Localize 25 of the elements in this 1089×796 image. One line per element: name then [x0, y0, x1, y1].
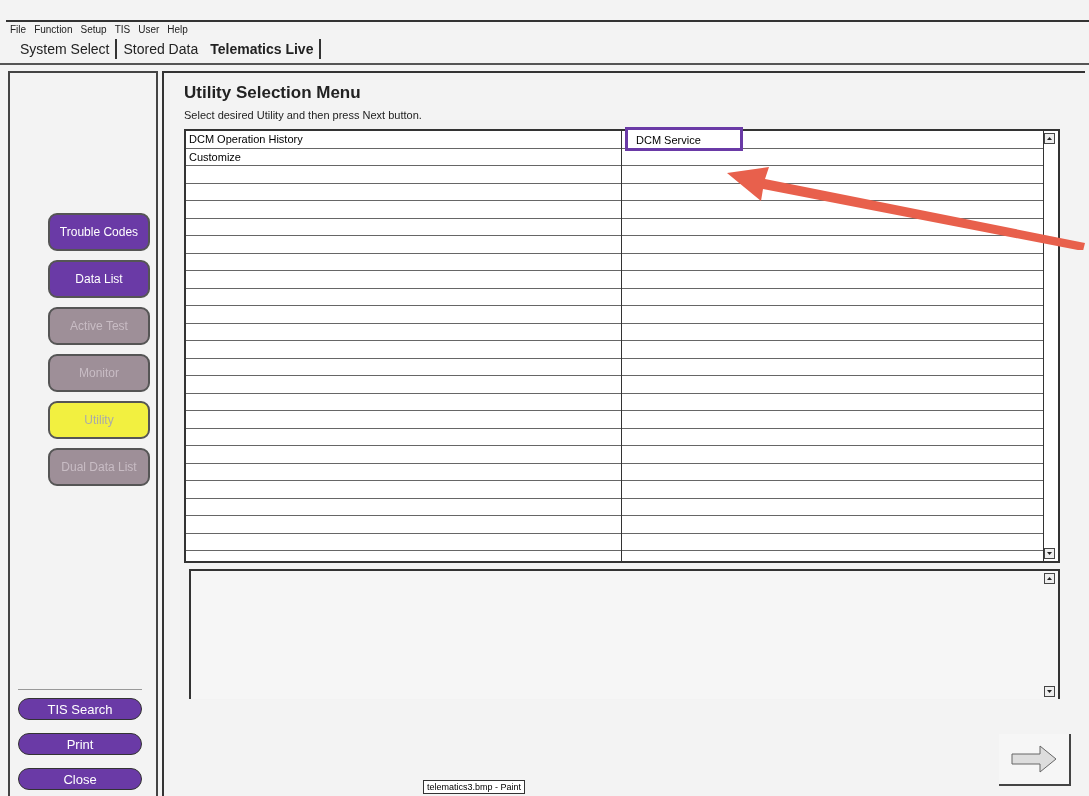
menu-item[interactable]: Setup	[80, 24, 107, 35]
function-button[interactable]: Data List	[48, 260, 150, 298]
list-item[interactable]: DCM Operation History	[186, 131, 621, 149]
menu-item[interactable]: TIS	[114, 24, 131, 35]
menu-item[interactable]: Help	[167, 24, 188, 35]
action-button[interactable]: Close	[18, 768, 142, 790]
scroll-up-icon[interactable]	[1044, 573, 1055, 584]
menu-item[interactable]: User	[138, 24, 160, 35]
scroll-down-icon[interactable]	[1044, 686, 1055, 697]
action-button[interactable]: Print	[18, 733, 142, 755]
menu-item[interactable]: File	[10, 24, 27, 35]
right-arrow-icon	[1011, 745, 1057, 773]
function-button[interactable]: Trouble Codes	[48, 213, 150, 251]
menu-item[interactable]: Function	[34, 24, 73, 35]
tooltip: telematics3.bmp - Paint	[423, 780, 526, 794]
tab[interactable]: Stored Data	[117, 39, 205, 59]
instruction-text: Select desired Utility and then press Next button.	[184, 109, 423, 121]
page-title: Utility Selection Menu	[184, 83, 362, 103]
list-item[interactable]: Customize	[186, 148, 621, 166]
action-button[interactable]: TIS Search	[18, 698, 142, 720]
highlighted-item[interactable]: DCM Service	[625, 127, 743, 151]
tab[interactable]: System Select	[14, 39, 116, 59]
scroll-down-icon[interactable]	[1044, 548, 1056, 559]
tab[interactable]: Telematics Live	[204, 39, 322, 59]
scroll-up-icon[interactable]	[1044, 133, 1056, 144]
